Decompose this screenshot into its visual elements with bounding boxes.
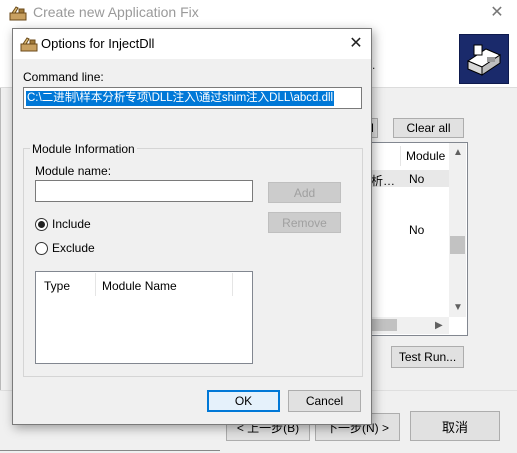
list-cell-module: No [409, 223, 425, 237]
exclude-label[interactable]: Exclude [52, 241, 95, 255]
test-run-button[interactable]: Test Run... [391, 346, 464, 368]
module-name-label: Module name: [35, 164, 112, 178]
dialog-cancel-button[interactable]: Cancel [288, 390, 361, 412]
scroll-right-icon[interactable]: ▶ [435, 320, 443, 331]
header-text-fragment: . [372, 58, 376, 72]
list-cell-module: No [409, 172, 425, 186]
include-label[interactable]: Include [52, 217, 91, 231]
add-button[interactable]: Add [268, 182, 341, 203]
radio-selected-dot [38, 221, 45, 228]
command-line-value: C:\二进制\样本分析专项\DLL注入\通过shim注入DLL\abcd.dll [26, 91, 335, 106]
column-header-module[interactable]: Module [406, 149, 445, 163]
inject-dll-icon [20, 35, 38, 53]
list-column-divider [400, 146, 401, 166]
column-divider [95, 273, 96, 296]
wizard-cancel-button[interactable]: 取消 [410, 411, 500, 441]
command-line-label: Command line: [23, 70, 104, 84]
options-dialog: Options for InjectDll ✕ Command line: C:… [12, 28, 372, 425]
column-header-type[interactable]: Type [44, 279, 70, 293]
list-cell-name: 析… [371, 174, 396, 188]
exclude-radio[interactable] [35, 242, 48, 255]
wizard-logo-icon [459, 34, 509, 84]
scroll-down-icon[interactable]: ▼ [453, 302, 463, 313]
command-line-field[interactable]: C:\二进制\样本分析专项\DLL注入\通过shim注入DLL\abcd.dll [23, 87, 362, 109]
scroll-up-icon[interactable]: ▲ [453, 147, 463, 158]
module-information-label: Module Information [30, 142, 137, 156]
column-header-module-name[interactable]: Module Name [102, 279, 177, 293]
column-divider [232, 273, 233, 296]
remove-button[interactable]: Remove [268, 212, 341, 233]
dialog-close-icon[interactable]: ✕ [345, 33, 367, 55]
list-vertical-thumb[interactable] [450, 236, 465, 254]
list-vertical-scrollbar[interactable] [449, 143, 466, 317]
module-name-input[interactable] [35, 180, 253, 202]
app-fix-icon [9, 4, 27, 22]
background-close-icon[interactable]: ✕ [486, 3, 508, 23]
dialog-title: Options for InjectDll [41, 36, 155, 51]
clear-all-button[interactable]: Clear all [393, 118, 464, 138]
bottom-divider [0, 450, 220, 451]
background-window-title: Create new Application Fix [33, 4, 199, 20]
include-radio[interactable] [35, 218, 48, 231]
ok-button[interactable]: OK [207, 390, 280, 412]
